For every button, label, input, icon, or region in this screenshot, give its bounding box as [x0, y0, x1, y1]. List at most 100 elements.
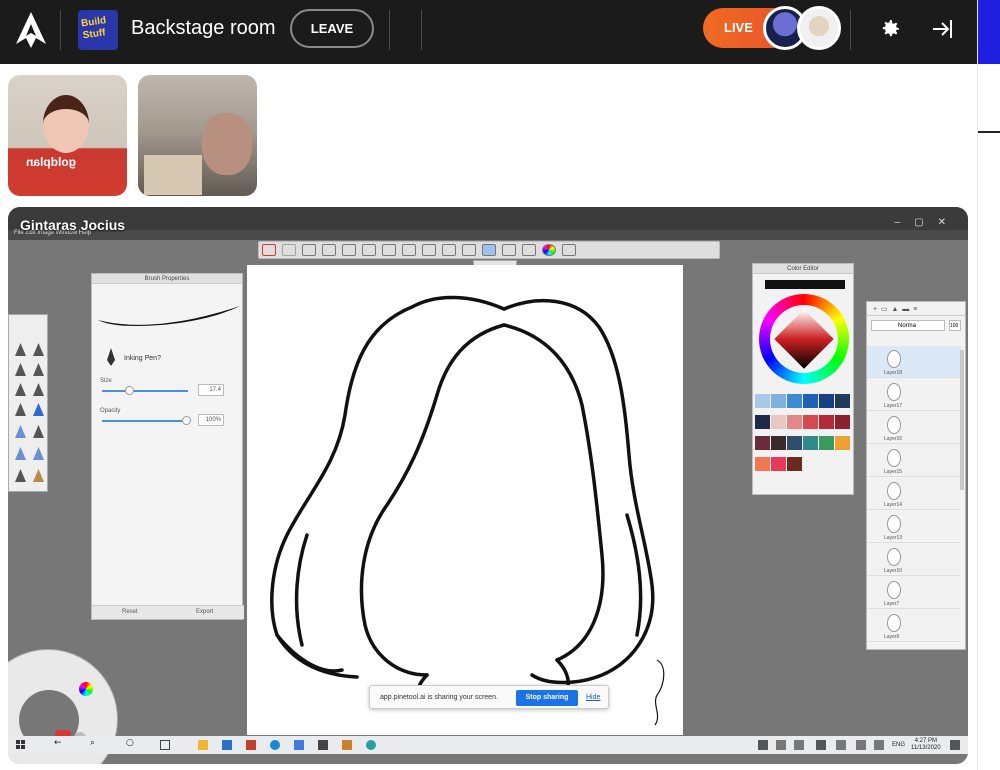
leave-button[interactable]: LEAVE [290, 9, 374, 48]
stamp-tool-icon[interactable] [33, 469, 44, 482]
color-swatch[interactable] [803, 415, 818, 429]
network-icon[interactable] [776, 740, 786, 750]
layer-row[interactable]: Layer14 [867, 478, 961, 510]
color-wheel[interactable] [759, 294, 849, 384]
people-icon[interactable] [758, 740, 768, 750]
lasso-icon[interactable] [482, 244, 496, 256]
sketchbook-icon[interactable] [342, 740, 352, 750]
drawing-canvas[interactable] [247, 265, 683, 735]
color-swatch[interactable] [787, 415, 802, 429]
color-swatch[interactable] [835, 415, 850, 429]
opacity-slider[interactable]: Opacity 100% [100, 408, 238, 426]
pen-tool-icon[interactable] [33, 343, 44, 356]
size-slider[interactable]: Size 17.4 [100, 378, 238, 396]
layers-scrollbar[interactable] [960, 350, 964, 490]
pen-icon[interactable] [836, 740, 846, 750]
crop-icon[interactable] [342, 244, 356, 256]
file-explorer-icon[interactable] [198, 740, 208, 750]
undo-icon[interactable] [262, 244, 276, 256]
participant-tile[interactable]: goldplan [8, 75, 127, 196]
color-swatch[interactable] [771, 457, 786, 471]
slider-knob[interactable] [182, 416, 191, 425]
brush-tool-icon[interactable] [15, 403, 26, 416]
blender-tool-icon[interactable] [15, 447, 26, 460]
layer-row[interactable]: Layer16 [867, 412, 961, 444]
marker-tool-icon[interactable] [33, 363, 44, 376]
color-swatch[interactable] [787, 436, 802, 450]
stroke-icon[interactable] [462, 244, 476, 256]
edge-icon[interactable] [366, 740, 376, 750]
transform-icon[interactable] [362, 244, 376, 256]
layer-row[interactable]: Layer7 [867, 577, 961, 609]
color-swatch[interactable] [819, 394, 834, 408]
participant-tile[interactable] [138, 75, 257, 196]
eraser-tool-icon[interactable] [15, 469, 26, 482]
slider-knob[interactable] [125, 386, 134, 395]
layer-row[interactable]: Layer10 [867, 544, 961, 576]
layers-icon[interactable] [502, 244, 516, 256]
mail-icon[interactable] [222, 740, 232, 750]
color-wheel-icon[interactable] [542, 244, 556, 256]
color-swatch[interactable] [787, 394, 802, 408]
app-icon[interactable] [294, 740, 304, 750]
redo-icon[interactable] [282, 244, 296, 256]
color-swatch[interactable] [771, 436, 786, 450]
inking-pen-tool-icon[interactable] [33, 403, 44, 416]
color-swatch[interactable] [803, 394, 818, 408]
ruler-icon[interactable] [402, 244, 416, 256]
color-swatch[interactable] [755, 415, 770, 429]
color-swatch[interactable] [803, 436, 818, 450]
select-icon[interactable] [322, 244, 336, 256]
display-icon[interactable] [874, 740, 884, 750]
edge-icon[interactable] [270, 740, 280, 750]
task-view-icon[interactable] [160, 740, 170, 750]
gear-icon[interactable] [878, 17, 902, 41]
fill-tool-icon[interactable] [33, 425, 44, 438]
layer-row[interactable]: Layer6 [867, 610, 961, 642]
color-wheel-icon[interactable] [79, 682, 93, 696]
mcafee-icon[interactable] [246, 740, 256, 750]
size-value[interactable]: 17.4 [198, 384, 224, 396]
layer-row[interactable]: Layer15 [867, 445, 961, 477]
color-swatch[interactable] [755, 394, 770, 408]
streamyard-logo[interactable] [14, 10, 48, 50]
opacity-value[interactable]: 100% [198, 414, 224, 426]
hide-link[interactable]: Hide [586, 694, 600, 701]
language-indicator[interactable]: ENG [892, 742, 905, 748]
layer-row[interactable]: Layer17 [867, 379, 961, 411]
layer-row[interactable]: Layer18 [867, 346, 961, 378]
swatch-icon[interactable] [562, 244, 576, 256]
event-thumbnail[interactable]: Build Stuff [78, 10, 118, 50]
current-color[interactable] [765, 280, 845, 289]
reset-button[interactable]: Reset [122, 609, 138, 615]
zoom-icon[interactable] [302, 244, 316, 256]
volume-icon[interactable] [794, 740, 804, 750]
stop-sharing-button[interactable]: Stop sharing [516, 690, 578, 706]
layer-opacity[interactable]: 100 [949, 320, 961, 331]
color-swatch[interactable] [819, 415, 834, 429]
clock[interactable]: 4:27 PM 11/13/2020 [911, 738, 941, 752]
pen-tool-icon[interactable] [15, 343, 26, 356]
color-swatch[interactable] [755, 436, 770, 450]
color-swatch[interactable] [819, 436, 834, 450]
brush-library-icon[interactable] [522, 244, 536, 256]
color-swatch[interactable] [835, 394, 850, 408]
back-icon[interactable]: ← [54, 738, 64, 748]
symmetry-icon[interactable] [422, 244, 436, 256]
color-swatch[interactable] [771, 394, 786, 408]
pencil-tool-icon[interactable] [33, 383, 44, 396]
keyboard-icon[interactable] [856, 740, 866, 750]
avatar[interactable] [797, 6, 841, 50]
color-swatch[interactable] [771, 415, 786, 429]
cortana-icon[interactable]: ○ [126, 738, 136, 748]
color-swatch[interactable] [787, 457, 802, 471]
store-icon[interactable] [318, 740, 328, 750]
notifications-icon[interactable] [950, 740, 960, 750]
search-icon[interactable]: ⌕ [90, 738, 100, 748]
shape-icon[interactable] [442, 244, 456, 256]
smudge-tool-icon[interactable] [33, 447, 44, 460]
windows-start-icon[interactable] [16, 740, 26, 750]
color-swatch[interactable] [835, 436, 850, 450]
exit-sidebar-icon[interactable] [930, 17, 954, 41]
layer-row[interactable]: Layer13 [867, 511, 961, 543]
